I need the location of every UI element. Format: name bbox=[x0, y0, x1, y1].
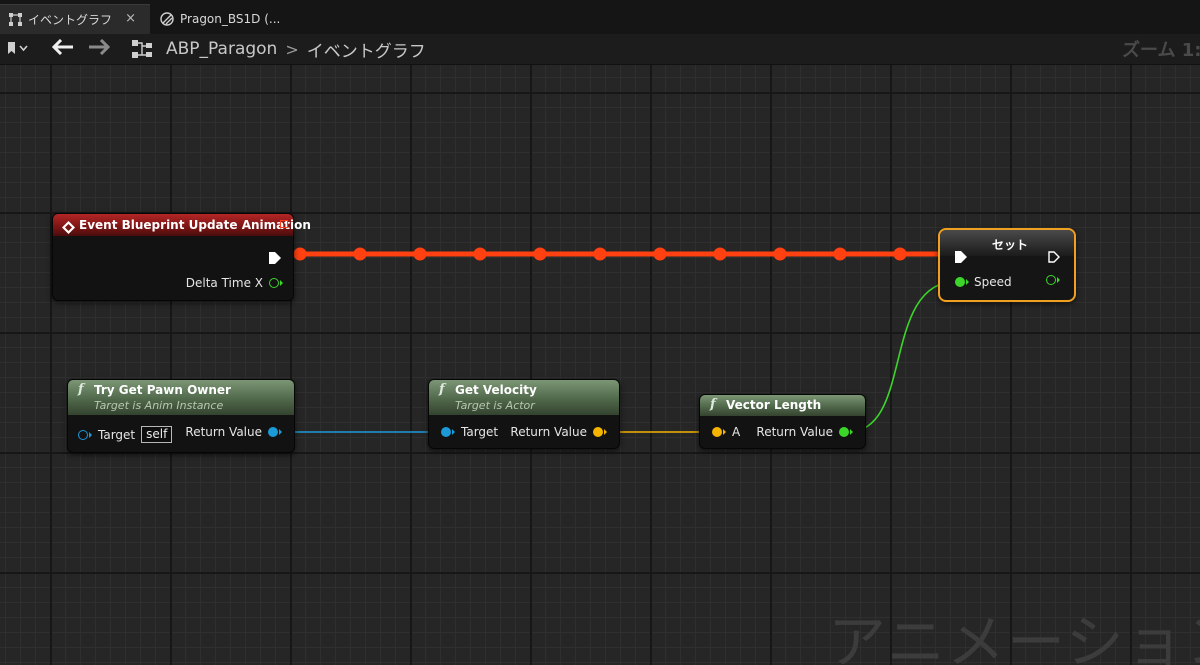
event-node-header: Event Blueprint Update Animation bbox=[53, 214, 311, 238]
object-pin-out[interactable] bbox=[268, 427, 278, 437]
speed-pin-row[interactable]: Speed bbox=[955, 275, 1012, 289]
tab-label: Pragon_BS1D (... bbox=[180, 12, 281, 26]
float-pin-out[interactable] bbox=[1046, 275, 1056, 285]
pin-label: Target bbox=[98, 427, 136, 442]
arrow-left-icon bbox=[51, 38, 74, 59]
node-header: f Vector Length bbox=[700, 395, 865, 416]
pin-label: Return Value bbox=[510, 425, 587, 439]
pin-arrow-icon bbox=[966, 279, 969, 285]
object-pin-in[interactable] bbox=[441, 427, 451, 437]
graph-toolbar: ABP_Paragon > イベントグラフ ズーム 1:1 bbox=[0, 34, 1200, 65]
pin-arrow-icon bbox=[280, 280, 283, 286]
exec-out-pin[interactable] bbox=[1048, 248, 1060, 267]
self-value-field[interactable]: self bbox=[141, 426, 173, 443]
object-pin-in[interactable] bbox=[78, 429, 88, 440]
breadcrumb-blueprint[interactable]: ABP_Paragon bbox=[166, 39, 277, 59]
tab-label: イベントグラフ bbox=[28, 13, 113, 27]
tab-event-graph[interactable]: イベントグラフ × bbox=[0, 4, 150, 34]
float-pin-out[interactable] bbox=[269, 278, 279, 288]
breadcrumb: ABP_Paragon > イベントグラフ bbox=[166, 34, 426, 64]
float-pin-out[interactable] bbox=[839, 427, 849, 437]
pin-arrow-icon bbox=[1057, 277, 1060, 283]
pin-arrow-icon bbox=[604, 429, 607, 435]
node-subtitle: Target is Actor bbox=[455, 399, 535, 412]
wires-layer bbox=[276, 247, 959, 433]
pin-arrow-icon bbox=[89, 431, 92, 438]
pin-arrow-icon bbox=[452, 429, 455, 435]
back-button[interactable] bbox=[51, 34, 78, 64]
pin-label: Target bbox=[461, 425, 499, 439]
pin-arrow-icon bbox=[850, 429, 853, 435]
pin-label: Delta Time X bbox=[185, 276, 263, 290]
node-title: Get Velocity bbox=[455, 383, 537, 397]
vector-pin-out[interactable] bbox=[593, 427, 603, 437]
return-pin-row[interactable]: Return Value bbox=[185, 425, 282, 439]
zoom-level: ズーム 1:1 bbox=[1122, 40, 1200, 61]
float-pin-in[interactable] bbox=[955, 277, 965, 287]
vector-length-node[interactable]: f Vector Length A Return Value bbox=[699, 394, 866, 449]
event-diamond-icon bbox=[62, 219, 75, 238]
function-icon: f bbox=[710, 397, 716, 412]
node-header: f Try Get Pawn Owner Target is Anim Inst… bbox=[68, 380, 294, 415]
event-node[interactable]: Event Blueprint Update Animation Delta T… bbox=[52, 213, 311, 301]
try-get-pawn-owner-node[interactable]: f Try Get Pawn Owner Target is Anim Inst… bbox=[67, 379, 295, 453]
function-icon: f bbox=[78, 382, 84, 397]
function-icon: f bbox=[439, 382, 445, 397]
pin-label: A bbox=[732, 425, 741, 439]
speed-out-pin-row[interactable] bbox=[1046, 275, 1060, 285]
vector-pin-in[interactable] bbox=[712, 427, 722, 437]
target-pin-row[interactable]: Target self bbox=[78, 426, 173, 443]
return-pin-row[interactable]: Return Value bbox=[756, 425, 853, 439]
pin-label: Return Value bbox=[185, 425, 262, 439]
graph-type-watermark: アニメーション bbox=[828, 608, 1200, 665]
node-title: Try Get Pawn Owner bbox=[94, 383, 231, 397]
graph-icon bbox=[8, 13, 22, 27]
node-subtitle: Target is Anim Instance bbox=[94, 399, 224, 412]
node-title: セット bbox=[992, 238, 1029, 252]
delta-time-pin-row[interactable]: Delta Time X bbox=[186, 276, 283, 290]
node-title: Vector Length bbox=[726, 398, 822, 412]
exec-out-pin[interactable] bbox=[269, 249, 281, 268]
get-velocity-node[interactable]: f Get Velocity Target is Actor Target Re… bbox=[428, 379, 620, 449]
delegate-pin-icon[interactable] bbox=[280, 220, 288, 228]
forward-button[interactable] bbox=[88, 34, 114, 64]
event-node-title: Event Blueprint Update Animation bbox=[79, 218, 311, 232]
a-pin-row[interactable]: A bbox=[712, 425, 740, 439]
exec-in-pin[interactable] bbox=[955, 248, 967, 267]
return-pin-row[interactable]: Return Value bbox=[510, 425, 607, 439]
graph-canvas[interactable]: Event Blueprint Update Animation Delta T… bbox=[0, 65, 1200, 665]
blendspace-icon bbox=[160, 12, 174, 26]
graph-icon bbox=[132, 34, 154, 64]
pin-arrow-icon bbox=[723, 429, 726, 435]
pin-label: Speed bbox=[974, 275, 1012, 289]
tab-blendspace[interactable]: Pragon_BS1D (... bbox=[152, 4, 302, 34]
breadcrumb-separator: > bbox=[285, 39, 299, 59]
breadcrumb-graph[interactable]: イベントグラフ bbox=[307, 37, 426, 62]
pin-arrow-icon bbox=[279, 429, 282, 435]
pin-label: Return Value bbox=[756, 425, 833, 439]
node-header: f Get Velocity Target is Actor bbox=[429, 380, 619, 415]
bookmark-icon bbox=[6, 40, 30, 59]
tab-bar: イベントグラフ × Pragon_BS1D (... bbox=[0, 0, 1200, 34]
bookmark-button[interactable] bbox=[6, 34, 42, 64]
target-pin-row[interactable]: Target bbox=[441, 425, 498, 439]
close-icon[interactable]: × bbox=[125, 11, 136, 26]
set-node[interactable]: セット Speed bbox=[938, 228, 1076, 302]
arrow-right-icon bbox=[88, 38, 111, 59]
